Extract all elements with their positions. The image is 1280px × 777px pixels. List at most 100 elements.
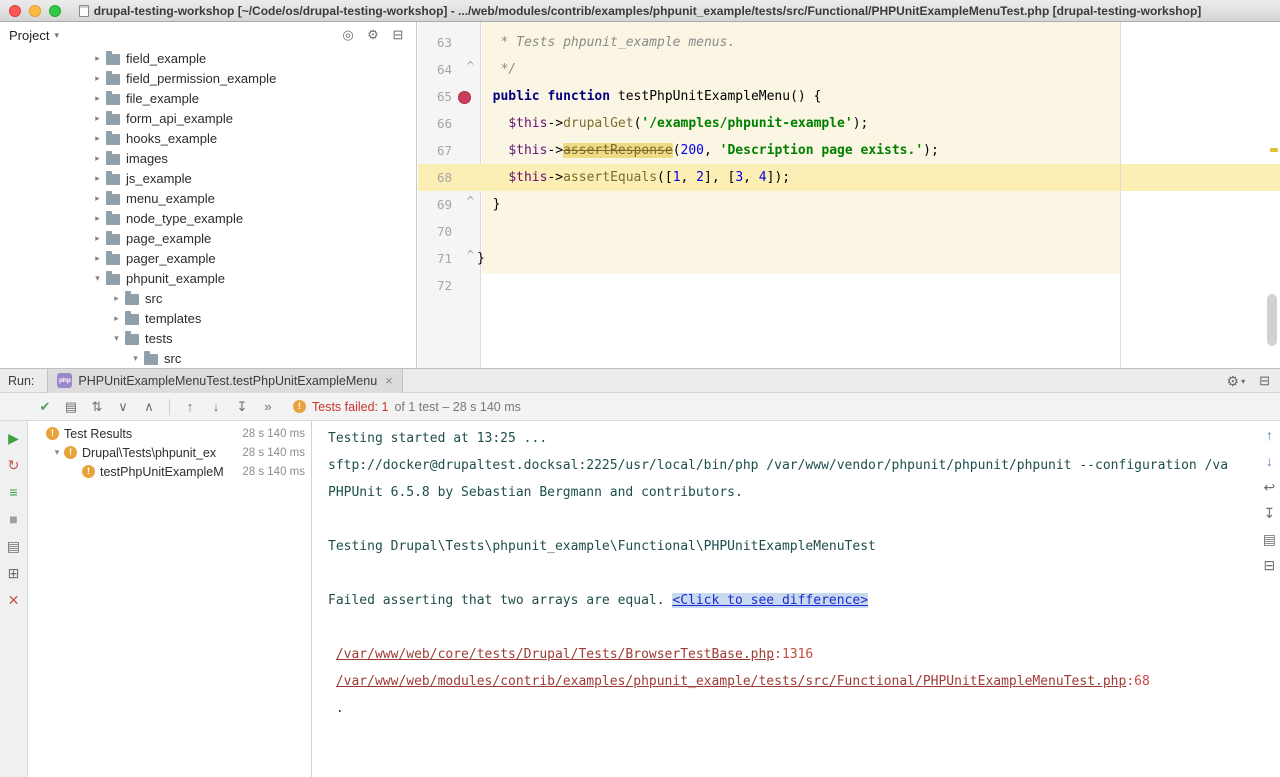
tree-toggle-icon[interactable]: ▸ xyxy=(90,253,105,264)
show-console-icon[interactable]: ▤ xyxy=(7,538,20,554)
tree-toggle-icon[interactable]: ▾ xyxy=(50,447,64,458)
import-test-results-icon[interactable]: ↧ xyxy=(231,399,253,415)
project-tree-row[interactable]: ▾ src xyxy=(0,348,416,368)
expand-all-icon[interactable]: ∨ xyxy=(112,399,134,415)
editor-scrollbar[interactable] xyxy=(1267,294,1277,346)
gutter-icon[interactable] xyxy=(456,56,477,83)
tree-toggle-icon[interactable]: ▾ xyxy=(90,273,105,284)
tree-toggle-icon[interactable]: ▸ xyxy=(90,73,105,84)
settings-gear-icon[interactable]: ⚙ xyxy=(365,27,381,43)
project-tree-row[interactable]: ▸ images xyxy=(0,148,416,168)
settings-gear-icon[interactable]: ⚙ xyxy=(1227,373,1240,390)
close-tab-icon[interactable]: ✕ xyxy=(8,592,20,608)
run-settings-group[interactable]: ⚙ ▾ xyxy=(1227,373,1246,390)
tree-toggle-icon[interactable]: ▸ xyxy=(90,153,105,164)
print-icon[interactable]: ▤ xyxy=(1263,531,1276,547)
gutter-icon[interactable] xyxy=(456,137,477,164)
code-line[interactable]: 71 } xyxy=(418,245,1280,272)
inspection-stripe-mark[interactable] xyxy=(1270,148,1278,152)
close-window-button[interactable] xyxy=(9,5,21,17)
project-tree-row[interactable]: ▸ src xyxy=(0,288,416,308)
project-tree-row[interactable]: ▸ field_example xyxy=(0,48,416,68)
run-tab[interactable]: php PHPUnitExampleMenuTest.testPhpUnitEx… xyxy=(47,369,402,393)
pin-tab-icon[interactable]: ⊞ xyxy=(8,565,20,581)
more-chevrons-icon[interactable]: » xyxy=(257,399,279,414)
tree-toggle-icon[interactable]: ▸ xyxy=(90,213,105,224)
gutter-icon[interactable] xyxy=(456,218,477,245)
soft-wrap-icon[interactable]: ↩ xyxy=(1264,479,1276,495)
console-link[interactable]: :68 xyxy=(1126,674,1149,689)
project-tree-row[interactable]: ▸ templates xyxy=(0,308,416,328)
gutter-icon[interactable] xyxy=(456,164,477,191)
code-line[interactable]: 66 $this->drupalGet('/examples/phpunit-e… xyxy=(418,110,1280,137)
project-tree-row[interactable]: ▾ tests xyxy=(0,328,416,348)
project-tree-row[interactable]: ▸ file_example xyxy=(0,88,416,108)
rerun-failed-tests-icon[interactable]: ↻ xyxy=(8,457,20,473)
locate-file-icon[interactable]: ◎ xyxy=(340,27,356,43)
project-tree-row[interactable]: ▾ phpunit_example xyxy=(0,268,416,288)
console-link[interactable]: :1316 xyxy=(774,647,813,662)
tab-close-icon[interactable]: × xyxy=(385,373,393,388)
tree-toggle-icon[interactable]: ▸ xyxy=(90,233,105,244)
console-link[interactable]: /var/www/web/modules/contrib/examples/ph… xyxy=(336,674,1127,689)
test-tree-row[interactable]: ▾ ! Drupal\Tests\phpunit_ex 28 s 140 ms xyxy=(28,443,311,462)
project-tree-row[interactable]: ▸ menu_example xyxy=(0,188,416,208)
tree-toggle-icon[interactable]: ▸ xyxy=(90,193,105,204)
gutter-icon[interactable] xyxy=(456,110,477,137)
project-tree-row[interactable]: ▸ hooks_example xyxy=(0,128,416,148)
code-line[interactable]: 68 $this->assertEquals([1, 2], [3, 4]); xyxy=(418,164,1280,191)
up-stacktrace-icon[interactable]: ↑ xyxy=(1266,427,1273,443)
project-tree-row[interactable]: ▸ node_type_example xyxy=(0,208,416,228)
tree-toggle-icon[interactable]: ▸ xyxy=(109,293,124,304)
gutter-icon[interactable] xyxy=(456,272,477,299)
chevron-down-icon[interactable]: ▾ xyxy=(54,30,59,41)
collapse-all-icon[interactable]: ∧ xyxy=(138,399,160,415)
scroll-to-end-icon[interactable]: ↧ xyxy=(1264,505,1276,521)
code-line[interactable]: 72 xyxy=(418,272,1280,299)
test-tree-row[interactable]: ! Test Results 28 s 140 ms xyxy=(28,424,311,443)
down-stacktrace-icon[interactable]: ↓ xyxy=(1266,453,1273,469)
tree-toggle-icon[interactable]: ▸ xyxy=(90,173,105,184)
tree-toggle-icon[interactable]: ▸ xyxy=(90,133,105,144)
code-line[interactable]: 70 xyxy=(418,218,1280,245)
toggle-console-icon[interactable]: ▤ xyxy=(60,399,82,415)
stop-icon[interactable]: ■ xyxy=(9,511,17,527)
previous-failed-test-icon[interactable]: ↑ xyxy=(179,399,201,414)
minimize-window-button[interactable] xyxy=(29,5,41,17)
hide-panel-icon[interactable]: ⊟ xyxy=(390,27,406,43)
gutter-icon[interactable] xyxy=(456,191,477,218)
project-tree-row[interactable]: ▸ page_example xyxy=(0,228,416,248)
test-console[interactable]: Testing started at 13:25 ...sftp://docke… xyxy=(313,421,1280,777)
rerun-tests-icon[interactable]: ▶ xyxy=(8,430,19,446)
toggle-auto-test-icon[interactable]: ≡ xyxy=(9,484,17,500)
tree-toggle-icon[interactable]: ▸ xyxy=(90,53,105,64)
code-line[interactable]: 67 $this->assertResponse(200, 'Descripti… xyxy=(418,137,1280,164)
tree-toggle-icon[interactable]: ▸ xyxy=(109,313,124,324)
code-line[interactable]: 63 * Tests phpunit_example menus. xyxy=(418,29,1280,56)
code-editor[interactable]: 63 * Tests phpunit_example menus. 64 */ … xyxy=(418,22,1280,368)
hide-passed-icon[interactable]: ✔ xyxy=(34,399,56,415)
gutter-icon[interactable] xyxy=(456,245,477,272)
code-line[interactable]: 69 } xyxy=(418,191,1280,218)
code-line[interactable]: 65 public function testPhpUnitExampleMen… xyxy=(418,83,1280,110)
tree-toggle-icon[interactable]: ▸ xyxy=(90,93,105,104)
code-line[interactable]: 64 */ xyxy=(418,56,1280,83)
project-panel-header[interactable]: Project ▾ ◎ ⚙ ⊟ xyxy=(0,22,416,48)
console-link[interactable]: /var/www/web/core/tests/Drupal/Tests/Bro… xyxy=(336,647,774,662)
gutter-icon[interactable] xyxy=(456,29,477,56)
sort-by-duration-icon[interactable]: ⇅ xyxy=(86,399,108,415)
project-tree-row[interactable]: ▸ pager_example xyxy=(0,248,416,268)
project-tree-row[interactable]: ▸ field_permission_example xyxy=(0,68,416,88)
project-tree-row[interactable]: ▸ js_example xyxy=(0,168,416,188)
project-tree-row[interactable]: ▸ form_api_example xyxy=(0,108,416,128)
tree-toggle-icon[interactable]: ▸ xyxy=(90,113,105,124)
document-proxy-icon[interactable] xyxy=(79,5,89,17)
next-failed-test-icon[interactable]: ↓ xyxy=(205,399,227,414)
tree-toggle-icon[interactable]: ▾ xyxy=(128,353,143,364)
gutter-icon[interactable] xyxy=(456,83,477,110)
zoom-window-button[interactable] xyxy=(49,5,61,17)
test-tree-row[interactable]: ! testPhpUnitExampleM 28 s 140 ms xyxy=(28,462,311,481)
hide-toolwindow-icon[interactable]: ⊟ xyxy=(1259,373,1270,389)
console-link[interactable]: <Click to see difference> xyxy=(672,593,868,608)
tree-toggle-icon[interactable]: ▾ xyxy=(109,333,124,344)
